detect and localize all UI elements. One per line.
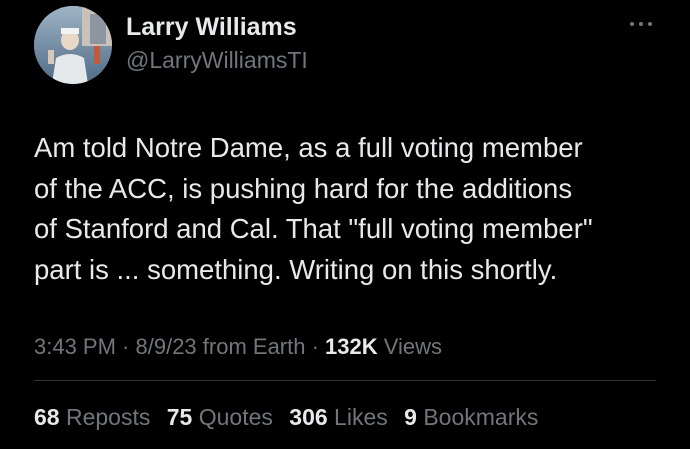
profile-photo-icon	[34, 6, 112, 84]
bookmarks-label: Bookmarks	[416, 404, 539, 430]
handle[interactable]: @LarryWilliamsTI	[126, 46, 308, 74]
likes-link[interactable]: 306 Likes	[289, 404, 387, 430]
likes-count: 306	[289, 404, 328, 430]
tweet: Larry Williams @LarryWilliamsTI Am told …	[0, 0, 690, 449]
timestamp-time[interactable]: 3:43 PM	[34, 334, 116, 359]
more-horizontal-icon	[630, 22, 652, 26]
meta-separator: ·	[115, 334, 136, 359]
display-name[interactable]: Larry Williams	[126, 12, 297, 42]
divider	[34, 380, 656, 381]
views-count: 132K	[325, 334, 378, 359]
views-label: Views	[377, 334, 443, 359]
quotes-label: Quotes	[192, 404, 273, 430]
likes-label: Likes	[327, 404, 388, 430]
engagement-stats: 68 Reposts 75 Quotes 306 Likes 9 Bookmar…	[34, 402, 548, 432]
reposts-label: Reposts	[59, 404, 151, 430]
tweet-text: Am told Notre Dame, as a full voting mem…	[34, 132, 593, 285]
bookmarks-link[interactable]: 9 Bookmarks	[404, 404, 538, 430]
reposts-link[interactable]: 68 Reposts	[34, 404, 150, 430]
timestamp-date[interactable]: 8/9/23	[136, 334, 197, 359]
quotes-link[interactable]: 75 Quotes	[167, 404, 273, 430]
more-options-button[interactable]	[626, 16, 656, 32]
tweet-source: from Earth	[196, 334, 306, 359]
reposts-count: 68	[34, 404, 60, 430]
meta-separator: ·	[305, 334, 326, 359]
quotes-count: 75	[166, 404, 193, 430]
tweet-meta: 3:43 PM · 8/9/23 from Earth · 132K Views	[34, 332, 442, 362]
bookmarks-count: 9	[404, 404, 417, 430]
avatar[interactable]	[34, 6, 112, 84]
